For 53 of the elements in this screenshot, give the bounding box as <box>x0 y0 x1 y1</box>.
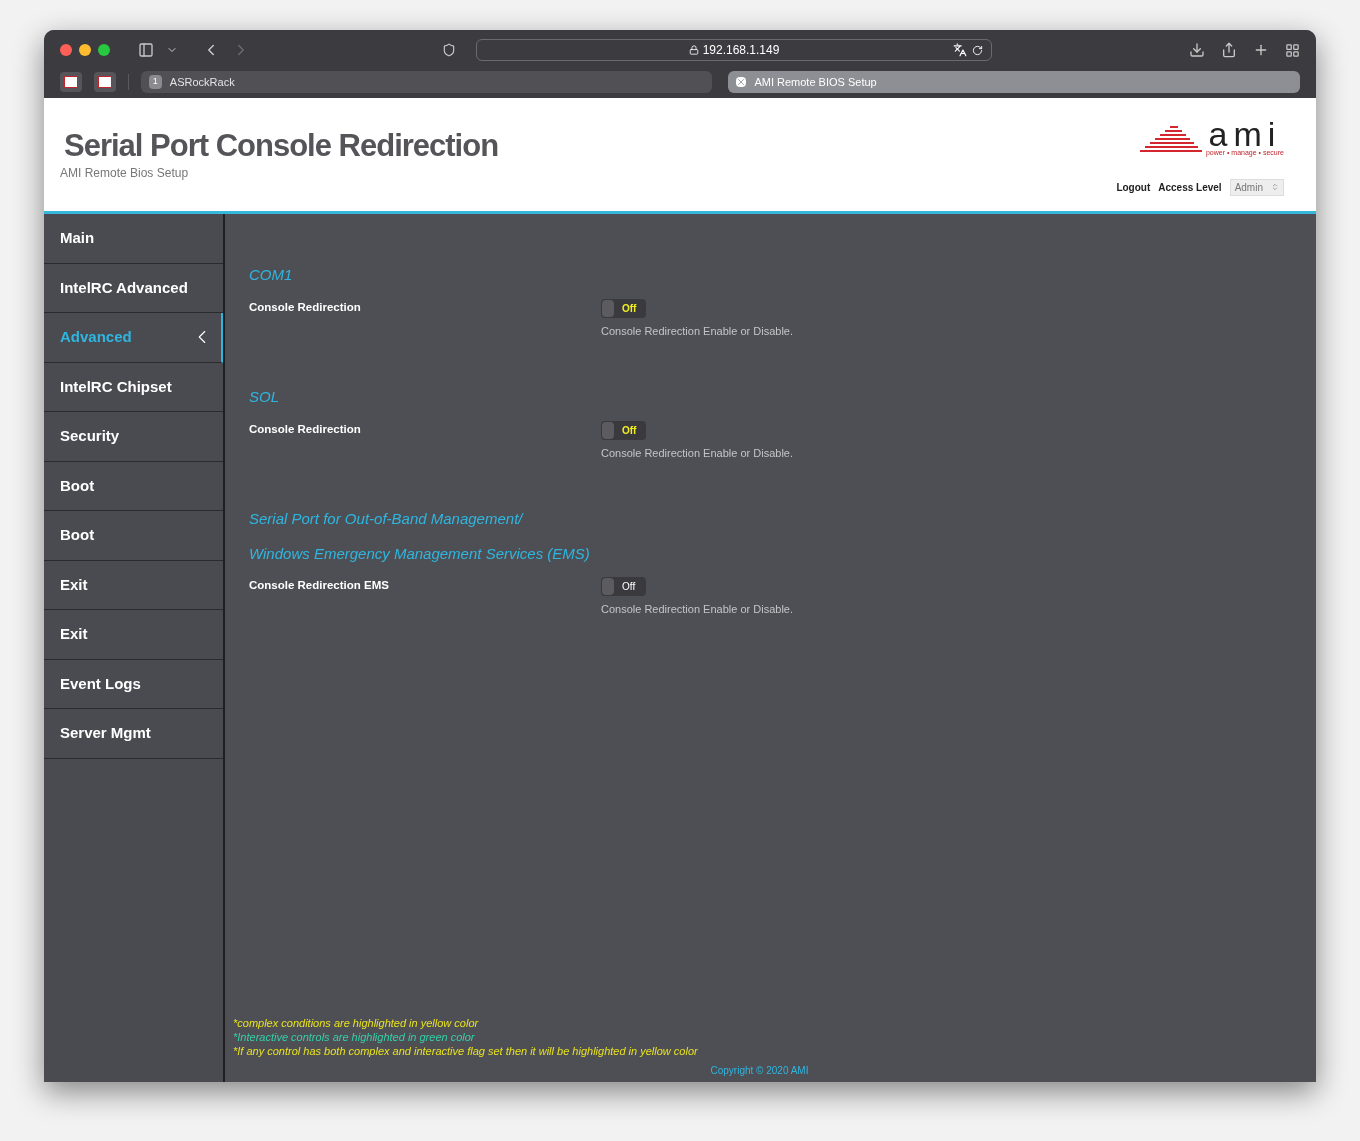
shield-icon[interactable] <box>442 43 456 57</box>
sidebar-item[interactable]: Server Mgmt <box>44 709 223 759</box>
favicon-icon[interactable] <box>93 72 116 92</box>
setting-help: Console Redirection Enable or Disable. <box>601 602 793 617</box>
sidebar-item[interactable]: Advanced <box>44 313 223 363</box>
sidebar-item[interactable]: Exit <box>44 560 223 610</box>
new-tab-icon[interactable] <box>1253 42 1269 58</box>
setting-label: Console Redirection <box>249 299 362 315</box>
sidebar-item[interactable]: Main <box>44 214 223 264</box>
section-heading: SOL <box>249 387 280 407</box>
setting-label: Console Redirection EMS <box>249 578 390 593</box>
share-icon[interactable] <box>1221 42 1237 58</box>
section-heading: COM1 <box>249 265 294 285</box>
section-heading: Windows Emergency Management Services (EMS) <box>249 543 591 564</box>
minimize-icon[interactable] <box>79 44 91 56</box>
access-level-label: Access Level <box>1158 180 1222 195</box>
toggle-switch[interactable]: Off <box>601 298 646 318</box>
translate-icon[interactable] <box>953 43 967 57</box>
logout-link[interactable]: Logout <box>1116 179 1151 195</box>
sidebar-icon[interactable] <box>138 42 154 58</box>
legend-note: *If any control has both complex and interactive flag set then it will be highlighted in yellow color <box>233 1044 699 1058</box>
sidebar-item[interactable]: Boot <box>44 511 223 561</box>
setting-help: Console Redirection Enable or Disable. <box>601 323 793 339</box>
copyright: Copyright © 2020 AMI <box>709 1064 810 1078</box>
favicon-icon[interactable] <box>60 72 82 92</box>
toggle-switch[interactable]: Off <box>601 577 646 596</box>
maximize-icon[interactable] <box>98 44 110 56</box>
close-icon[interactable] <box>60 44 72 56</box>
setting-help: Console Redirection Enable or Disable. <box>601 445 793 461</box>
sidebar-item[interactable]: Security <box>44 412 223 462</box>
toggle-switch[interactable]: Off <box>601 420 646 440</box>
legend-note: *complex conditions are highlighted in yellow color <box>233 1016 480 1030</box>
sidebar-item[interactable]: Event Logs <box>44 659 223 709</box>
lock-icon <box>688 45 699 55</box>
tab-overview-icon[interactable] <box>1285 42 1300 58</box>
page-subtitle: AMI Remote Bios Setup <box>60 165 190 182</box>
address-field[interactable]: 192.168.1.149 <box>476 39 992 61</box>
logo-text: ami <box>1208 120 1282 148</box>
access-level-select[interactable]: Admin <box>1229 178 1284 196</box>
section-heading: Serial Port for Out-of-Band Management/ <box>249 509 525 529</box>
page-title: Serial Port Console Redirection <box>64 128 499 164</box>
setting-label: Console Redirection <box>249 421 362 437</box>
browser-tab[interactable]: 1 ASRockRack <box>140 71 713 93</box>
tab-badge: 1 <box>148 75 162 89</box>
sidebar-item[interactable]: IntelRC Chipset <box>44 362 223 412</box>
sidebar-item[interactable]: IntelRC Advanced <box>44 263 223 313</box>
tab-close-icon[interactable] <box>736 77 747 87</box>
legend-note: *Interactive controls are highlighted in green color <box>233 1030 476 1044</box>
download-icon[interactable] <box>1189 42 1205 58</box>
sidebar-item[interactable]: Exit <box>44 610 223 660</box>
sidebar-item[interactable]: Boot <box>44 461 223 511</box>
reload-icon[interactable] <box>972 44 983 56</box>
updown-icon <box>1271 183 1279 191</box>
